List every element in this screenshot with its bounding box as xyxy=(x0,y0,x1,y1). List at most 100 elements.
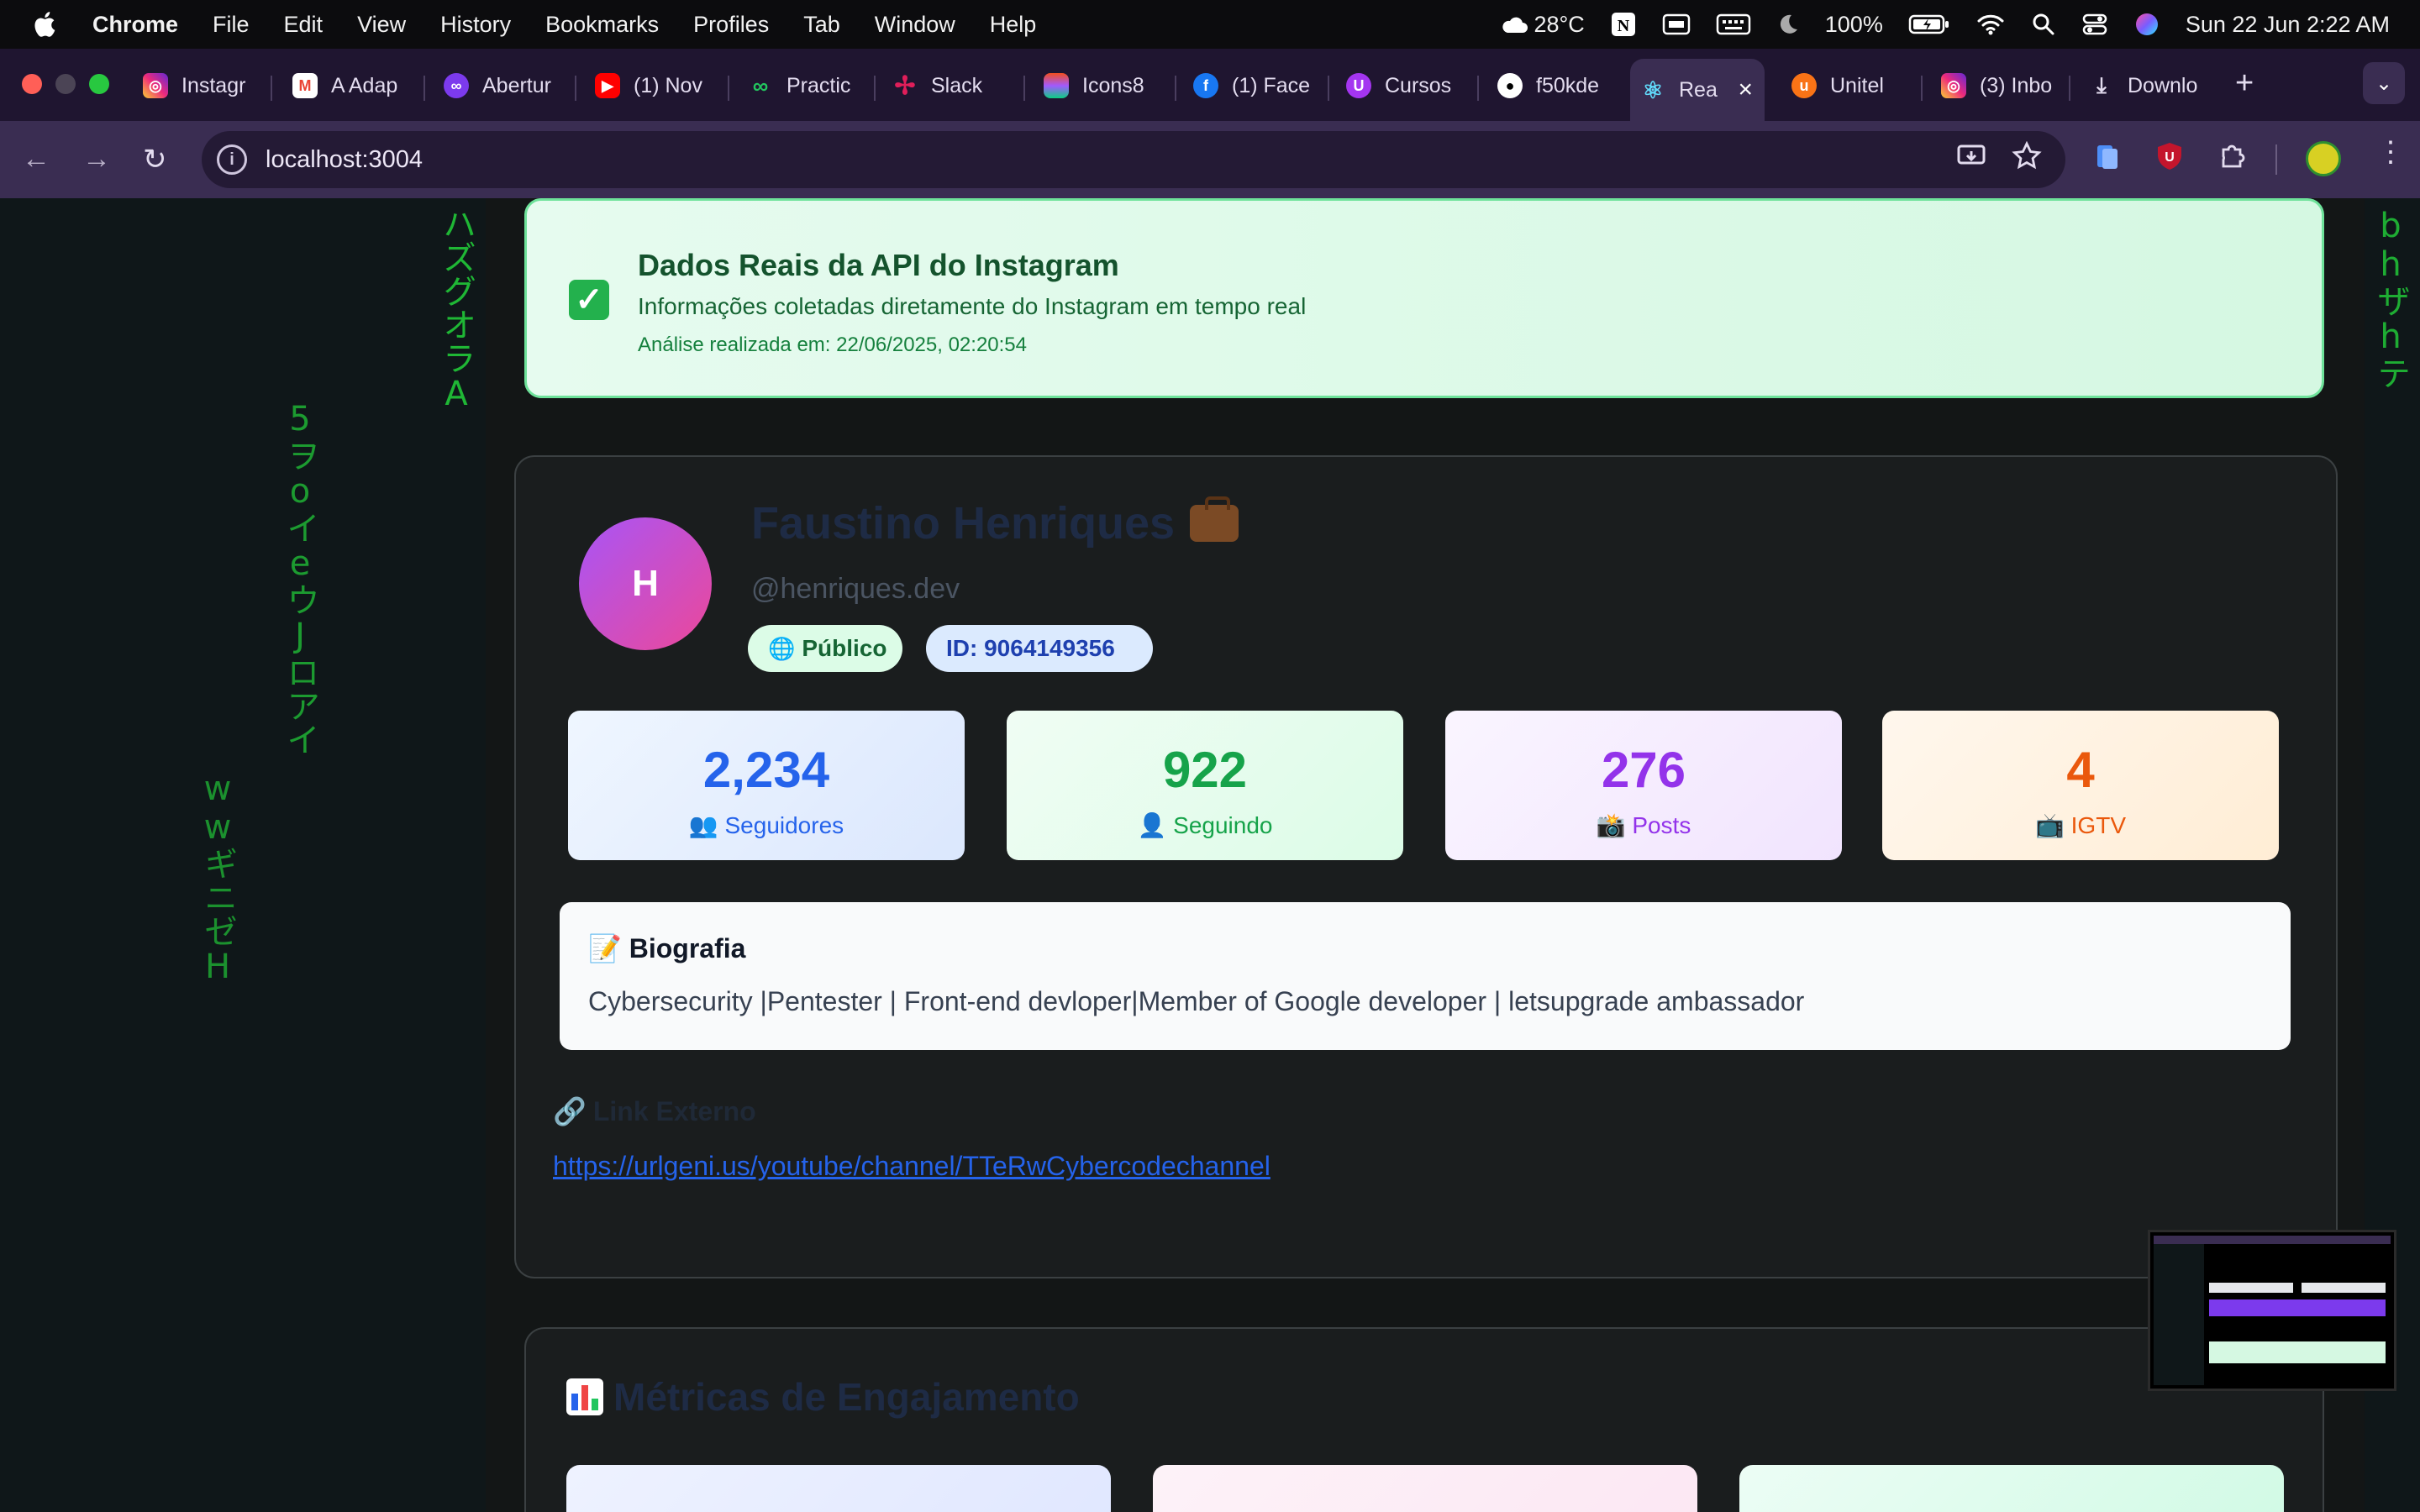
banner-subtitle: Informações coletadas diretamente do Ins… xyxy=(638,293,1307,319)
matrix-chars: 5ヲoイeウJロアイ xyxy=(281,400,319,756)
external-link[interactable]: https://urlgeni.us/youtube/channel/TTeRw… xyxy=(553,1151,1270,1182)
tab-abertura[interactable]: ∞ Abertur xyxy=(434,59,563,113)
id-badge: ID: 9064149356 xyxy=(926,625,1153,672)
menu-help[interactable]: Help xyxy=(990,12,1037,38)
notion-icon[interactable]: N xyxy=(1610,11,1637,38)
stat-followers: 2,234 👥 Seguidores xyxy=(568,711,965,860)
engagement-heading: Métricas de Engajamento xyxy=(566,1374,1080,1420)
card-icon[interactable] xyxy=(1662,13,1691,36)
tab-cursos[interactable]: U Cursos xyxy=(1336,59,1470,113)
matrix-background-left xyxy=(0,198,486,1512)
practice-icon: ∞ xyxy=(752,72,769,98)
apple-menu-icon[interactable] xyxy=(32,10,60,39)
api-success-banner: ✓ Dados Reais da API do Instagram Inform… xyxy=(524,198,2324,398)
stat-label: 📸 Posts xyxy=(1445,811,1842,839)
instagram-icon: ◎ xyxy=(143,73,168,98)
tab-practice[interactable]: ∞ Practic xyxy=(738,59,876,113)
stat-value: 276 xyxy=(1601,742,1686,798)
menu-bookmarks[interactable]: Bookmarks xyxy=(545,12,659,38)
kebab-menu-icon[interactable]: ⋮ xyxy=(2376,138,2405,166)
extension-docs-icon[interactable] xyxy=(2092,141,2123,171)
minimize-window-button[interactable] xyxy=(55,74,76,94)
tab-unitel[interactable]: u Unitel xyxy=(1781,59,1916,113)
zoom-window-button[interactable] xyxy=(89,74,109,94)
screen-thumbnail-preview[interactable] xyxy=(2148,1230,2396,1391)
stat-igtv: 4 📺 IGTV xyxy=(1882,711,2279,860)
tab-instagram-inbox[interactable]: ◎ (3) Inbo xyxy=(1931,59,2057,113)
menu-profiles[interactable]: Profiles xyxy=(693,12,769,38)
external-link-heading: 🔗 Link Externo xyxy=(553,1095,756,1127)
link-icon: 🔗 xyxy=(553,1096,587,1126)
profile-avatar[interactable] xyxy=(2306,141,2341,176)
weather-temp: 28°C xyxy=(1534,11,1585,37)
new-tab-button[interactable]: + xyxy=(2235,66,2254,102)
weather-widget[interactable]: 28°C xyxy=(1500,11,1585,38)
tab-gmail[interactable]: M A Adap xyxy=(282,59,408,113)
bookmark-star-icon[interactable] xyxy=(2012,141,2042,171)
keyboard-icon[interactable] xyxy=(1716,13,1751,36)
menu-history[interactable]: History xyxy=(440,12,511,38)
tab-divider xyxy=(575,76,576,101)
chevron-down-icon: ⌄ xyxy=(2375,71,2393,95)
visibility-badge: 🌐 Público xyxy=(748,625,902,672)
close-window-button[interactable] xyxy=(22,74,42,94)
menu-window[interactable]: Window xyxy=(875,12,955,38)
unitel-icon: u xyxy=(1791,73,1817,98)
tab-label: f50kde xyxy=(1536,73,1600,97)
tab-instagram[interactable]: ◎ Instagr xyxy=(133,59,259,113)
tab-slack[interactable]: ✢ Slack xyxy=(882,59,1017,113)
address-bar[interactable]: i localhost:3004 xyxy=(202,131,2065,188)
back-icon[interactable]: ← xyxy=(22,143,50,176)
facebook-icon: f xyxy=(1193,73,1218,98)
stat-following: 922 👤 Seguindo xyxy=(1007,711,1403,860)
siri-icon[interactable] xyxy=(2133,11,2160,38)
menu-tab[interactable]: Tab xyxy=(803,12,840,38)
close-tab-icon[interactable]: × xyxy=(1738,76,1753,104)
stat-value: 4 xyxy=(2066,742,2095,798)
tab-icons8[interactable]: Icons8 xyxy=(1034,59,1168,113)
menu-file[interactable]: File xyxy=(213,12,250,38)
tab-label: A Adap xyxy=(331,73,398,97)
tab-facebook[interactable]: f (1) Face xyxy=(1183,59,1318,113)
extensions-puzzle-icon[interactable] xyxy=(2217,141,2247,171)
tab-divider xyxy=(1175,76,1176,101)
biography-text: Cybersecurity |Pentester | Front-end dev… xyxy=(588,986,1805,1016)
tab-search-dropdown[interactable]: ⌄ xyxy=(2363,62,2405,104)
tab-label: Cursos xyxy=(1385,73,1452,97)
address-url[interactable]: localhost:3004 xyxy=(266,146,423,174)
forward-icon[interactable]: → xyxy=(82,143,111,176)
clock[interactable]: Sun 22 Jun 2:22 AM xyxy=(2186,12,2390,38)
tab-react-app[interactable]: ⚛ Rea × xyxy=(1630,59,1765,121)
control-center-icon[interactable] xyxy=(2081,12,2108,37)
tab-label: (1) Nov xyxy=(634,73,702,97)
memo-icon: 📝 xyxy=(588,933,622,963)
ublock-shield-icon[interactable]: U xyxy=(2154,141,2185,171)
menu-edit[interactable]: Edit xyxy=(284,12,324,38)
udemy-icon: U xyxy=(1346,73,1371,98)
tab-youtube[interactable]: ▶ (1) Nov xyxy=(585,59,714,113)
battery-icon[interactable] xyxy=(1908,13,1950,35)
wifi-icon[interactable] xyxy=(1975,13,2006,36)
tab-github[interactable]: ● f50kde xyxy=(1487,59,1613,113)
install-app-icon[interactable] xyxy=(1956,141,1986,171)
menu-app-name[interactable]: Chrome xyxy=(92,12,178,38)
moon-icon[interactable] xyxy=(1776,13,1800,36)
globe-icon: 🌐 xyxy=(768,635,796,661)
menu-view[interactable]: View xyxy=(357,12,406,38)
svg-text:U: U xyxy=(2165,150,2175,165)
people-icon: 👥 xyxy=(688,812,718,838)
reload-icon[interactable]: ↻ xyxy=(143,143,167,176)
tab-downloads[interactable]: ⤓ Downlo xyxy=(2079,59,2205,113)
tab-divider xyxy=(874,76,876,101)
spotlight-search-icon[interactable] xyxy=(2031,12,2056,37)
tab-label: Abertur xyxy=(482,73,551,97)
profile-name-text: Faustino Henriques xyxy=(751,498,1176,549)
thumbnail-panel xyxy=(2209,1283,2293,1293)
biography-panel: 📝 Biografia Cybersecurity |Pentester | F… xyxy=(560,902,2291,1050)
site-info-icon[interactable]: i xyxy=(217,144,247,175)
stat-label: 📺 IGTV xyxy=(1882,811,2279,839)
tab-label: Slack xyxy=(931,73,983,97)
macos-menu-bar: Chrome File Edit View History Bookmarks … xyxy=(0,0,2420,49)
avatar-letter: H xyxy=(632,563,659,604)
cloud-icon xyxy=(1502,17,1528,33)
